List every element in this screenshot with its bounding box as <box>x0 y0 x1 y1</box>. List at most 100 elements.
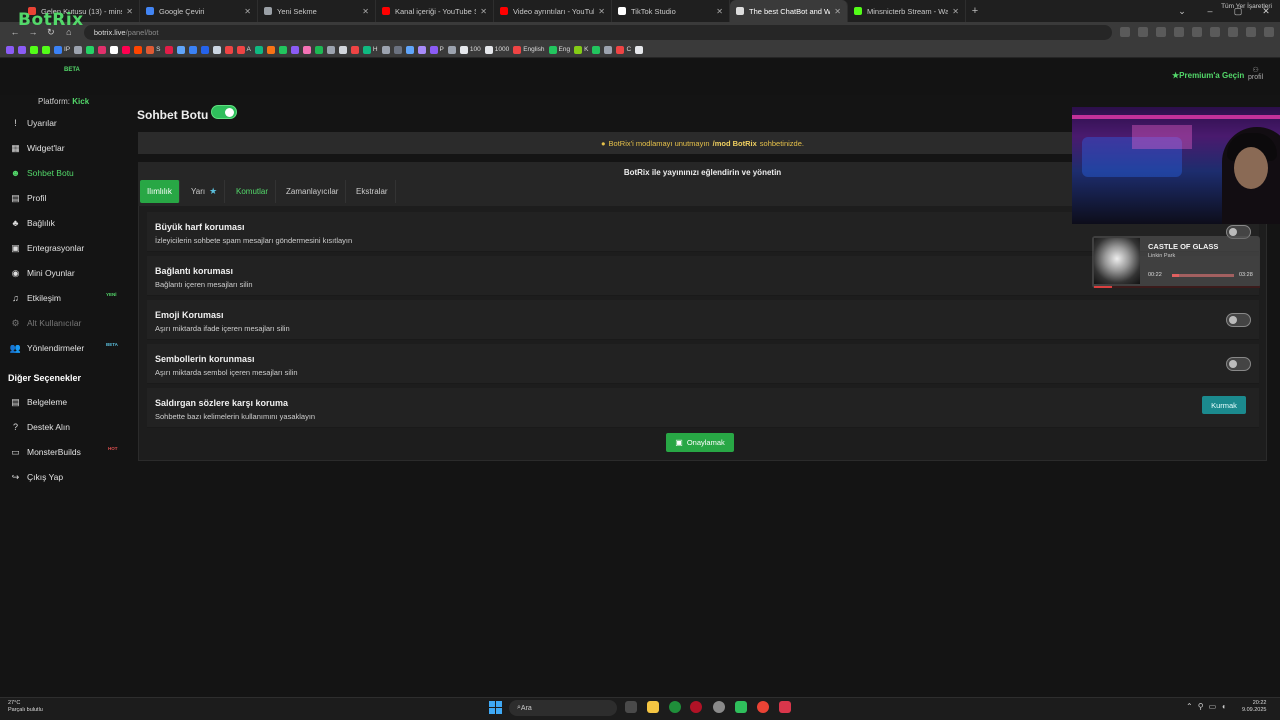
browser-tab[interactable]: TikTok Studio ✕ <box>612 0 730 22</box>
taskbar-search[interactable]: ⌕ Ara <box>509 700 617 716</box>
bookmark-item[interactable] <box>164 45 173 54</box>
sidebar-item-2[interactable]: ☻ Sohbet Botu <box>10 166 74 180</box>
bookmark-item[interactable]: P <box>429 45 444 54</box>
save-button[interactable]: ▣ Onaylamak <box>666 433 734 452</box>
bookmark-item[interactable] <box>98 45 107 54</box>
bookmark-item[interactable] <box>405 45 414 54</box>
setup-button[interactable]: Kurmak <box>1202 396 1246 414</box>
tab-timers[interactable]: Zamanlayıcılar <box>279 180 347 203</box>
bookmark-item[interactable] <box>254 45 263 54</box>
emoji-protection-toggle[interactable] <box>1226 313 1251 327</box>
extension-icon[interactable] <box>1210 27 1220 37</box>
new-tab-button[interactable]: + <box>966 0 984 22</box>
start-button[interactable] <box>489 701 502 714</box>
bookmark-item[interactable] <box>290 45 299 54</box>
sidebar-other-item-3[interactable]: ↪ Çıkış Yap <box>10 470 63 484</box>
file-explorer-icon[interactable] <box>647 701 659 713</box>
extension-icon[interactable] <box>1192 27 1202 37</box>
minimize-button[interactable]: – <box>1196 0 1224 22</box>
chatbot-enabled-toggle[interactable] <box>211 105 237 119</box>
bookmark-item[interactable] <box>393 45 402 54</box>
browser-tab[interactable]: Kanal içeriği - YouTube Studio ✕ <box>376 0 494 22</box>
bookmark-item[interactable] <box>212 45 221 54</box>
sidebar-item-0[interactable]: ! Uyarılar <box>10 116 57 130</box>
bookmark-item[interactable]: English <box>513 45 545 54</box>
profile-avatar-icon[interactable] <box>1246 27 1256 37</box>
tab-close-icon[interactable]: ✕ <box>362 7 369 16</box>
bookmark-item[interactable]: Eng <box>548 45 570 54</box>
extension-icon[interactable] <box>1174 27 1184 37</box>
browser-tab[interactable]: Yeni Sekme ✕ <box>258 0 376 22</box>
url-field[interactable]: botrix.live/panel/bot <box>83 24 1112 40</box>
profile-link[interactable]: ⚇ profil <box>1248 66 1263 81</box>
app-icon[interactable] <box>779 701 791 713</box>
bookmark-item[interactable] <box>110 45 119 54</box>
xbox-icon[interactable] <box>669 701 681 713</box>
bookmark-item[interactable] <box>224 45 233 54</box>
weather-widget[interactable]: 27°C Parçalı bulutlu <box>8 700 43 714</box>
bookmark-item[interactable] <box>326 45 335 54</box>
sidebar-item-4[interactable]: ♣ Bağlılık <box>10 216 55 230</box>
bookmark-item[interactable] <box>74 45 83 54</box>
bookmark-item[interactable] <box>302 45 311 54</box>
tab-search-icon[interactable]: ⌄ <box>1168 0 1196 22</box>
bookmark-item[interactable] <box>314 45 323 54</box>
sidebar-item-5[interactable]: ▣ Entegrasyonlar <box>10 241 84 255</box>
bookmark-item[interactable] <box>176 45 185 54</box>
bookmark-item[interactable]: IP <box>54 45 70 54</box>
bookmark-item[interactable] <box>266 45 275 54</box>
bookmark-item[interactable] <box>122 45 131 54</box>
bookmark-item[interactable] <box>592 45 601 54</box>
bookmark-item[interactable] <box>188 45 197 54</box>
tab-moderation[interactable]: Ilımlılık <box>140 180 180 203</box>
sidebar-item-3[interactable]: ▤ Profil <box>10 191 46 205</box>
bookmark-item[interactable] <box>18 45 26 54</box>
tab-commands[interactable]: Komutlar <box>229 180 277 203</box>
extension-icon[interactable] <box>1228 27 1238 37</box>
bookmark-item[interactable] <box>30 45 38 54</box>
sidebar-other-item-2[interactable]: ▭ MonsterBuilds <box>10 445 81 459</box>
extension-icon[interactable] <box>1156 27 1166 37</box>
sidebar-item-9[interactable]: 👥 Yönlendirmeler <box>10 341 84 355</box>
clock[interactable]: 20:22 9.09.2025 <box>1242 700 1266 714</box>
premium-link[interactable]: ★Premium'a Geçin <box>1172 71 1244 80</box>
tab-yari[interactable]: Yarı ★ <box>184 180 226 203</box>
browser-tab[interactable]: Minsnicterb Stream - Watch Li✕ <box>848 0 966 22</box>
opera-icon[interactable] <box>690 701 702 713</box>
steam-icon[interactable] <box>713 701 725 713</box>
bookmark-item[interactable] <box>200 45 209 54</box>
bookmark-star-icon[interactable] <box>1138 27 1148 37</box>
tab-close-icon[interactable]: ✕ <box>480 7 487 16</box>
browser-tab[interactable]: The best ChatBot and Widgets✕ <box>730 0 848 22</box>
bookmark-item[interactable] <box>350 45 359 54</box>
bookmark-item[interactable]: S <box>146 45 161 54</box>
symbol-protection-toggle[interactable] <box>1226 357 1251 371</box>
sidebar-other-item-1[interactable]: ? Destek Alın <box>10 420 70 434</box>
bookmark-item[interactable] <box>134 45 143 54</box>
bookmark-item[interactable] <box>338 45 347 54</box>
sidebar-item-6[interactable]: ◉ Mini Oyunlar <box>10 266 75 280</box>
bookmark-item[interactable] <box>278 45 287 54</box>
bookmark-item[interactable]: A <box>236 45 251 54</box>
sidebar-item-7[interactable]: ♫ Etkileşim <box>10 291 61 305</box>
media-player-icon[interactable] <box>735 701 747 713</box>
bookmark-item[interactable] <box>86 45 95 54</box>
system-tray[interactable]: ⌃⚲▭◖ <box>1186 702 1231 711</box>
bookmark-item[interactable] <box>6 45 14 54</box>
bookmark-item[interactable] <box>42 45 50 54</box>
menu-icon[interactable] <box>1264 27 1274 37</box>
bookmark-item[interactable]: H <box>362 45 378 54</box>
tab-close-icon[interactable]: ✕ <box>126 7 133 16</box>
bookmark-item[interactable] <box>604 45 613 54</box>
botrix-logo[interactable]: BotRix <box>18 10 84 30</box>
tab-close-icon[interactable]: ✕ <box>244 7 251 16</box>
tab-close-icon[interactable]: ✕ <box>952 7 959 16</box>
bookmark-item[interactable]: K <box>574 45 588 54</box>
bookmark-item[interactable]: 1000 <box>484 45 509 54</box>
chrome-icon[interactable] <box>757 701 769 713</box>
tab-close-icon[interactable]: ✕ <box>598 7 605 16</box>
bookmark-item[interactable]: C <box>616 45 631 54</box>
tab-extras[interactable]: Ekstralar <box>349 180 396 203</box>
bookmark-item[interactable] <box>381 45 390 54</box>
task-view-icon[interactable] <box>625 701 637 713</box>
